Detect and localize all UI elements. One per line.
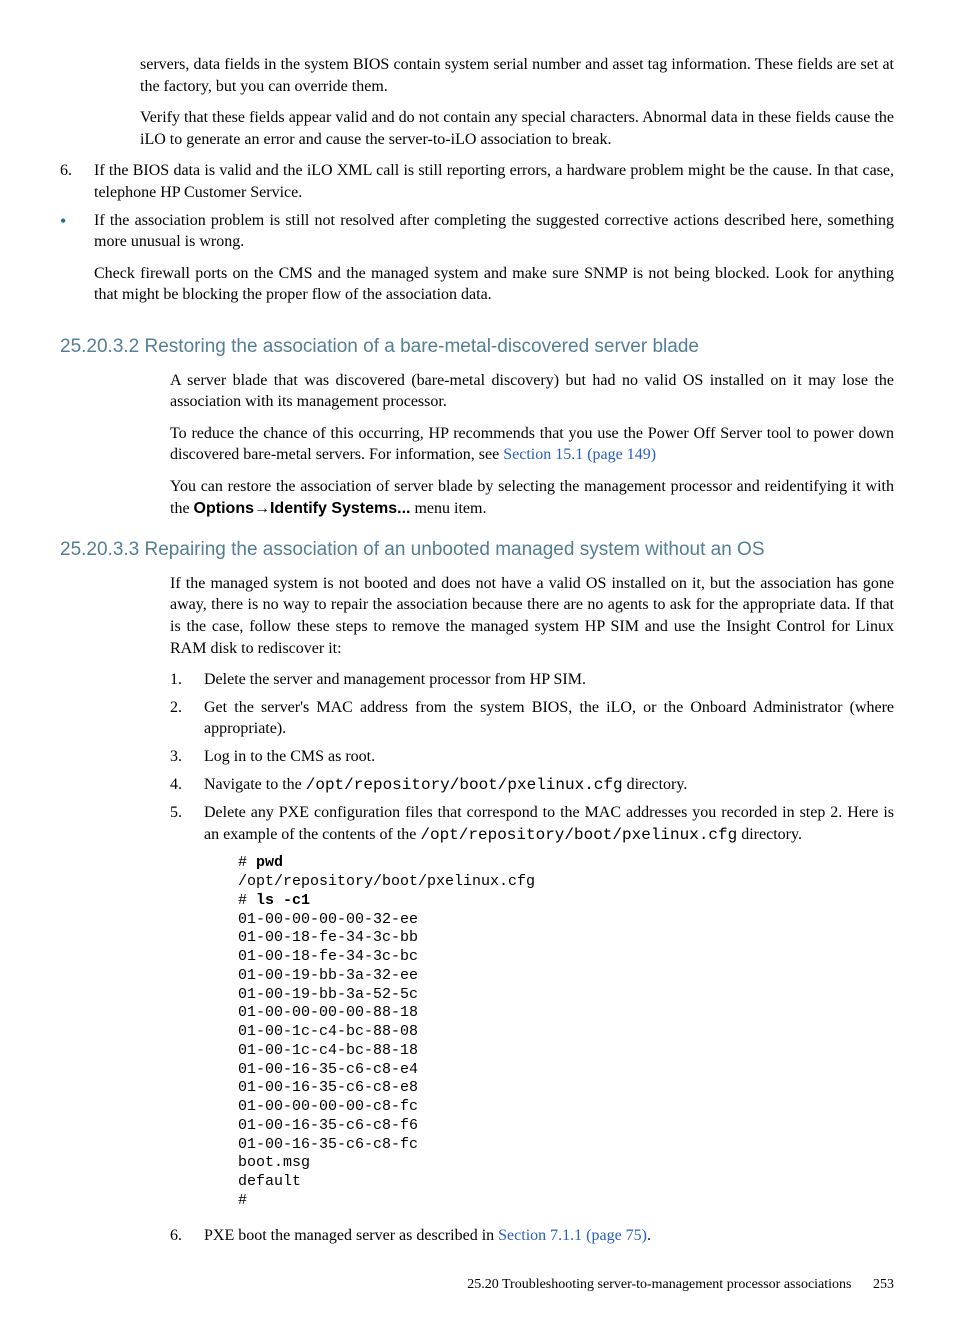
menu-name: Identify Systems... [270,500,411,517]
page-footer: 25.20 Troubleshooting server-to-manageme… [60,1276,894,1295]
step-number: 2. [170,697,204,740]
list-item: 2. Get the server's MAC address from the… [170,697,894,740]
section-heading: 25.20.3.3 Repairing the association of a… [60,537,894,563]
paragraph: To reduce the chance of this occurring, … [170,423,894,466]
list-item: • If the association problem is still no… [60,210,894,316]
step-text: Navigate to the /opt/repository/boot/pxe… [204,774,894,797]
step-text: Get the server's MAC address from the sy… [204,697,894,740]
step-number: 3. [170,746,204,768]
paragraph: servers, data fields in the system BIOS … [140,54,894,97]
text: PXE boot the managed server as described… [204,1227,498,1244]
list-item: 5. Delete any PXE configuration files th… [170,802,894,1218]
code-path: /opt/repository/boot/pxelinux.cfg [420,826,737,844]
step-text: If the BIOS data is valid and the iLO XM… [94,160,894,203]
step-number: 6. [60,160,94,203]
paragraph: You can restore the association of serve… [170,476,894,519]
arrow-icon: → [254,500,270,517]
bullet-text: If the association problem is still not … [94,210,894,316]
text: . [647,1227,651,1244]
step-text: PXE boot the managed server as described… [204,1225,894,1247]
code-block: # pwd /opt/repository/boot/pxelinux.cfg … [238,854,894,1210]
step-continuation: servers, data fields in the system BIOS … [140,54,894,150]
text: directory. [623,776,688,793]
paragraph: Check firewall ports on the CMS and the … [94,263,894,306]
paragraph: Verify that these fields appear valid an… [140,107,894,150]
step-number: 4. [170,774,204,797]
step-number: 1. [170,669,204,691]
footer-section: 25.20 Troubleshooting server-to-manageme… [467,1277,851,1292]
bullet-list: • If the association problem is still no… [60,210,894,316]
section-heading: 25.20.3.2 Restoring the association of a… [60,334,894,360]
bullet-icon: • [60,210,94,316]
list-item: 1. Delete the server and management proc… [170,669,894,691]
menu-name: Options [194,500,254,517]
page-number: 253 [873,1277,894,1292]
paragraph: If the managed system is not booted and … [170,573,894,659]
text: If the association problem is still not … [94,212,894,251]
section-body: A server blade that was discovered (bare… [170,370,894,520]
step-number: 6. [170,1225,204,1247]
list-item: 4. Navigate to the /opt/repository/boot/… [170,774,894,797]
cross-reference-link[interactable]: Section 7.1.1 (page 75) [498,1227,647,1244]
paragraph: A server blade that was discovered (bare… [170,370,894,413]
section-body: If the managed system is not booted and … [170,573,894,1246]
ordered-list: 6. If the BIOS data is valid and the iLO… [60,160,894,203]
step-text: Delete any PXE configuration files that … [204,802,894,1218]
step-text: Delete the server and management process… [204,669,894,691]
code-path: /opt/repository/boot/pxelinux.cfg [306,776,623,794]
step-number: 5. [170,802,204,1218]
list-item: 6. PXE boot the managed server as descri… [170,1225,894,1247]
text: menu item. [410,500,486,517]
step-text: Log in to the CMS as root. [204,746,894,768]
text: directory. [737,826,802,843]
list-item: 6. If the BIOS data is valid and the iLO… [60,160,894,203]
ordered-list: 1. Delete the server and management proc… [170,669,894,1246]
text: Navigate to the [204,776,306,793]
list-item: 3. Log in to the CMS as root. [170,746,894,768]
cross-reference-link[interactable]: Section 15.1 (page 149) [503,446,656,463]
